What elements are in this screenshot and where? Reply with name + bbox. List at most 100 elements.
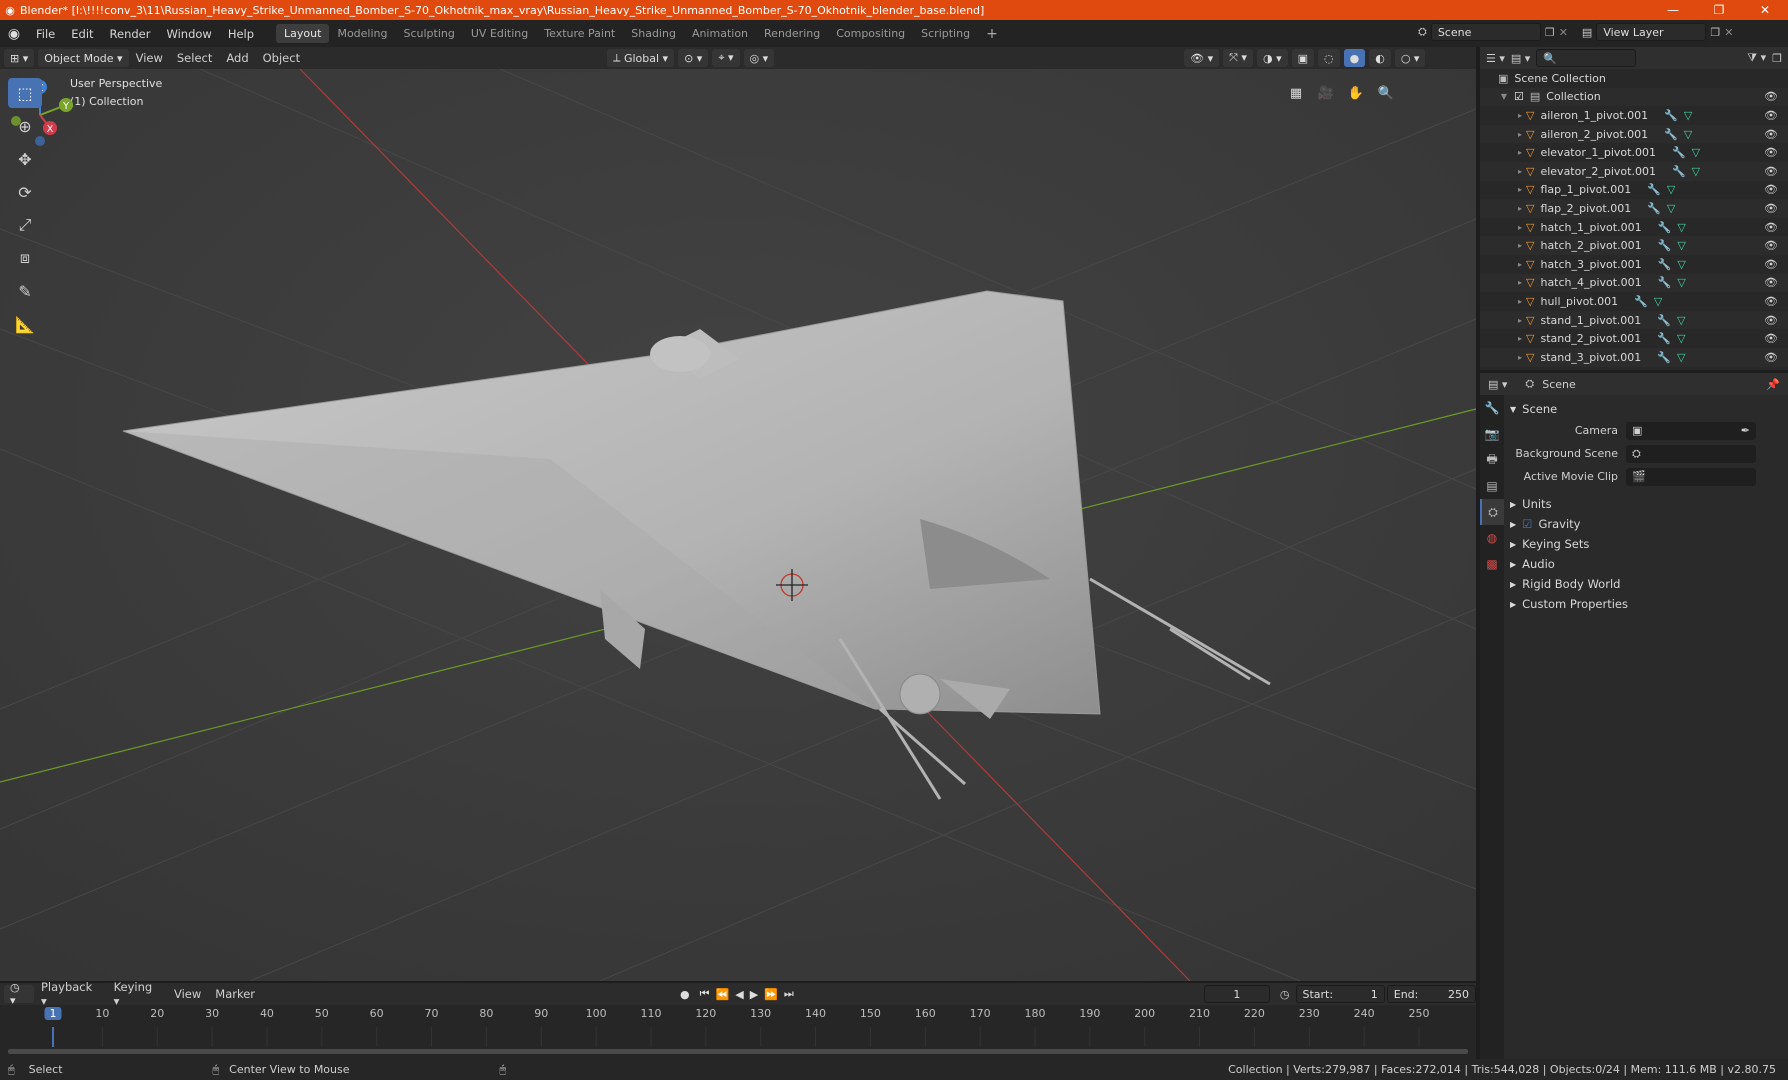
eye-icon[interactable]: 👁 (1764, 202, 1778, 215)
cursor-icon[interactable]: ⊕ (8, 111, 42, 141)
list-item[interactable]: ▸ ▽ aileron_2_pivot.001 🔧 ▽ 👁 (1480, 124, 1788, 144)
shading-rendered-icon[interactable]: ○ ▾ (1394, 49, 1426, 67)
proportional-edit-icon[interactable]: ◎ ▾ (743, 49, 775, 67)
gravity-checkbox-icon[interactable]: ☑ (1522, 517, 1532, 531)
audio-panel-header[interactable]: ▶ Audio (1510, 554, 1784, 574)
viewport-menu-view[interactable]: View (129, 51, 170, 65)
viewport-menu-select[interactable]: Select (170, 51, 219, 65)
custom-properties-panel-header[interactable]: ▶ Custom Properties (1510, 594, 1784, 614)
shading-solid-icon[interactable]: ● (1343, 49, 1366, 67)
eye-icon[interactable]: 👁 (1764, 295, 1778, 308)
modifier-wrench-icon[interactable]: 🔧 (1658, 239, 1672, 252)
delete-view-layer-icon[interactable]: ✕ (1724, 26, 1733, 39)
list-item[interactable]: ▸ ▽ stand_3_pivot.001 🔧 ▽ 👁 (1480, 347, 1788, 367)
mesh-data-icon[interactable]: ▽ (1677, 239, 1685, 252)
modifier-wrench-icon[interactable]: 🔧 (1672, 146, 1686, 159)
shading-material-icon[interactable]: ◐ (1369, 49, 1391, 67)
expand-chevron-icon[interactable]: ▸ (1514, 111, 1526, 120)
move-icon[interactable]: ✥ (8, 144, 42, 174)
outliner-editor-icon[interactable]: ☰ ▾ (1486, 52, 1505, 65)
mesh-data-icon[interactable]: ▽ (1677, 332, 1685, 345)
expand-chevron-icon[interactable]: ▸ (1514, 334, 1526, 343)
scale-icon[interactable]: ⤢ (8, 210, 42, 240)
tab-scripting[interactable]: Scripting (913, 24, 978, 43)
mesh-data-icon[interactable]: ▽ (1692, 165, 1700, 178)
play-reverse-icon[interactable]: ◀ (735, 988, 743, 1001)
shading-wireframe-icon[interactable]: ◌ (1318, 49, 1340, 67)
world-tab-icon[interactable]: ◍ (1480, 525, 1504, 551)
mesh-data-icon[interactable]: ▽ (1667, 183, 1675, 196)
mesh-data-icon[interactable]: ▽ (1677, 276, 1685, 289)
expand-chevron-icon[interactable]: ▸ (1514, 130, 1526, 139)
eye-icon[interactable]: 👁 (1764, 128, 1778, 141)
tab-rendering[interactable]: Rendering (756, 24, 828, 43)
timeline-view-menu[interactable]: View (167, 987, 208, 1001)
modifier-wrench-icon[interactable]: 🔧 (1647, 202, 1661, 215)
mesh-data-icon[interactable]: ▽ (1684, 109, 1692, 122)
outliner-collection[interactable]: ▼ ☑ ▤ Collection 👁 (1480, 87, 1788, 107)
modifier-wrench-icon[interactable]: 🔧 (1658, 258, 1672, 271)
mesh-data-icon[interactable]: ▽ (1677, 258, 1685, 271)
add-workspace-icon[interactable]: + (978, 23, 1006, 45)
output-tab-icon[interactable]: 🖶 (1480, 447, 1504, 473)
mesh-data-icon[interactable]: ▽ (1677, 221, 1685, 234)
list-item[interactable]: ▸ ▽ stand_2_pivot.001 🔧 ▽ 👁 (1480, 329, 1788, 348)
clock-icon[interactable]: ◷ (1280, 988, 1290, 1001)
editor-type-icon[interactable]: ⊞ ▾ (4, 49, 35, 67)
list-item[interactable]: ▸ ▽ flap_1_pivot.001 🔧 ▽ 👁 (1480, 181, 1788, 200)
expand-chevron-icon[interactable]: ▸ (1514, 148, 1526, 157)
eye-icon[interactable]: 👁 (1764, 90, 1778, 103)
modifier-wrench-icon[interactable]: 🔧 (1657, 351, 1671, 364)
tab-uv-editing[interactable]: UV Editing (463, 24, 536, 43)
eye-icon[interactable]: 👁 (1764, 332, 1778, 345)
viewport-menu-object[interactable]: Object (256, 51, 307, 65)
transform-orientation-dropdown[interactable]: ⟂ Global ▾ (607, 49, 675, 67)
eye-icon[interactable]: 👁 (1764, 314, 1778, 327)
expand-chevron-icon[interactable]: ▼ (1498, 92, 1510, 101)
list-item[interactable]: ▸ ▽ hatch_4_pivot.001 🔧 ▽ 👁 (1480, 273, 1788, 293)
mesh-data-icon[interactable]: ▽ (1667, 202, 1675, 215)
close-button[interactable]: ✕ (1742, 3, 1788, 17)
list-item[interactable]: ▸ ▽ hatch_3_pivot.001 🔧 ▽ 👁 (1480, 255, 1788, 274)
modifier-wrench-icon[interactable]: 🔧 (1657, 332, 1671, 345)
units-panel-header[interactable]: ▶ Units (1510, 494, 1784, 514)
modifier-wrench-icon[interactable]: 🔧 (1664, 128, 1678, 141)
tab-animation[interactable]: Animation (684, 24, 756, 43)
transform-icon[interactable]: ⧈ (8, 243, 42, 273)
new-scene-icon[interactable]: ❐ (1545, 26, 1555, 39)
eye-icon[interactable]: 👁 (1764, 221, 1778, 234)
blender-menu-icon[interactable]: ◉ (0, 26, 28, 42)
filter-icon[interactable]: ⧩ ▾ (1747, 51, 1766, 65)
list-item[interactable]: ▸ ▽ aileron_1_pivot.001 🔧 ▽ 👁 (1480, 106, 1788, 125)
checkbox-icon[interactable]: ☑ (1514, 90, 1524, 103)
eye-icon[interactable]: 👁 (1764, 239, 1778, 252)
expand-chevron-icon[interactable]: ▸ (1514, 260, 1526, 269)
modifier-wrench-icon[interactable]: 🔧 (1634, 295, 1648, 308)
expand-chevron-icon[interactable]: ▸ (1514, 297, 1526, 306)
scene-icon[interactable]: ⛭ (1418, 25, 1427, 39)
annotate-icon[interactable]: ✎ (8, 276, 42, 306)
tab-modeling[interactable]: Modeling (329, 24, 395, 43)
visibility-icon[interactable]: 👁 ▾ (1184, 49, 1220, 67)
tab-shading[interactable]: Shading (623, 24, 684, 43)
next-keyframe-icon[interactable]: ⏩ (764, 988, 778, 1001)
scene-tab-icon[interactable]: ⛭ (1480, 499, 1504, 525)
modifier-wrench-icon[interactable]: 🔧 (1658, 221, 1672, 234)
viewport-menu-add[interactable]: Add (219, 51, 255, 65)
expand-chevron-icon[interactable]: ▸ (1514, 278, 1526, 287)
mesh-data-icon[interactable]: ▽ (1677, 314, 1685, 327)
menu-window[interactable]: Window (158, 27, 219, 41)
pan-hand-icon[interactable]: ✋ (1344, 81, 1368, 105)
current-frame-field[interactable]: 1 (1203, 985, 1270, 1003)
expand-chevron-icon[interactable]: ▸ (1514, 241, 1526, 250)
background-scene-field[interactable]: ⛭ (1626, 444, 1756, 463)
zoom-icon[interactable]: 🔍 (1374, 81, 1398, 105)
expand-chevron-icon[interactable]: ▸ (1514, 353, 1526, 362)
properties-editor-icon[interactable]: ▤ ▾ (1488, 378, 1507, 391)
pin-icon[interactable]: 📌 (1766, 378, 1780, 391)
pivot-point-icon[interactable]: ⊙ ▾ (678, 49, 709, 67)
rotate-icon[interactable]: ⟳ (8, 177, 42, 207)
menu-file[interactable]: File (28, 27, 63, 41)
timeline-playback-menu[interactable]: Playback ▾ (34, 980, 107, 1008)
jump-end-icon[interactable]: ⏭ (784, 987, 794, 1001)
